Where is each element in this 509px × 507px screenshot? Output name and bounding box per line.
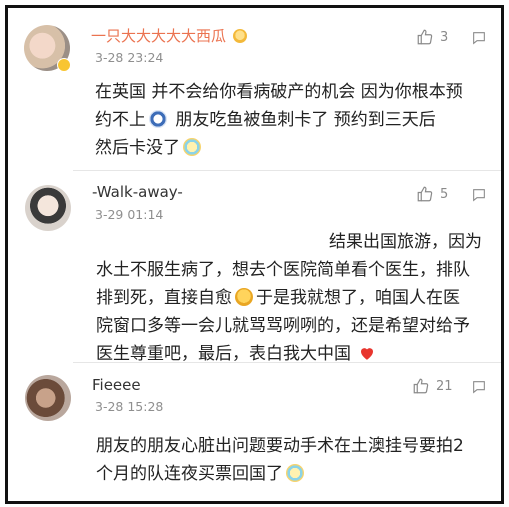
like-count: 21 <box>436 378 453 394</box>
comment-text: 朋友的朋友心脏出问题要动手术在土澳挂号要拍2 个月的队连夜买票回国了 <box>96 436 464 484</box>
comment-username[interactable]: 一只大大大大大西瓜 <box>91 25 250 46</box>
like-button[interactable]: 21 <box>412 377 453 395</box>
comment-text: 在英国 并不会给你看病破产的机会 因为你根本预 约不上 朋友吃鱼被鱼刺卡了 预约… <box>95 82 463 158</box>
reply-icon[interactable] <box>471 30 487 46</box>
heart-emoji-icon <box>361 348 374 360</box>
like-count: 3 <box>440 29 449 45</box>
vip-badge-icon <box>57 58 71 72</box>
comment-username[interactable]: Fieeee <box>92 376 141 394</box>
crying-face-emoji-icon <box>183 138 201 156</box>
avatar[interactable] <box>25 185 71 231</box>
like-button[interactable]: 3 <box>416 28 448 46</box>
scared-face-emoji-icon <box>149 110 167 128</box>
thumbs-up-icon <box>413 378 429 394</box>
comment-username[interactable]: -Walk-away- <box>92 183 183 201</box>
comment-item: Fieeee 3-28 15:28 21 朋友的朋友心脏出问题要动手术在土澳挂号… <box>8 363 501 501</box>
comment-time: 3-28 23:24 <box>95 50 164 65</box>
avatar[interactable] <box>25 375 71 421</box>
comment-item: 一只大大大大大西瓜 3-28 23:24 3 在英国 并不会给你看病破产的机会 … <box>8 8 501 171</box>
comment-time: 3-29 01:14 <box>95 207 164 222</box>
like-button[interactable]: 5 <box>416 185 448 203</box>
comment-time: 3-28 15:28 <box>95 399 164 414</box>
sweating-face-emoji-icon <box>286 464 304 482</box>
reply-icon[interactable] <box>471 187 487 203</box>
comment-item: -Walk-away- 3-29 01:14 5 结果出国旅游，因为 水土不服生… <box>8 171 501 364</box>
thumbs-up-icon <box>417 29 433 45</box>
thumbs-up-icon <box>417 186 433 202</box>
crown-emoji-icon <box>232 29 247 43</box>
like-count: 5 <box>440 186 449 202</box>
smiling-face-emoji-icon <box>235 288 253 306</box>
reply-icon[interactable] <box>471 379 487 395</box>
screenshot-frame: 一只大大大大大西瓜 3-28 23:24 3 在英国 并不会给你看病破产的机会 … <box>5 5 504 504</box>
comment-text: 结果出国旅游，因为 水土不服生病了，想去个医院简单看个医生，排队 排到死，直接自… <box>96 232 482 364</box>
